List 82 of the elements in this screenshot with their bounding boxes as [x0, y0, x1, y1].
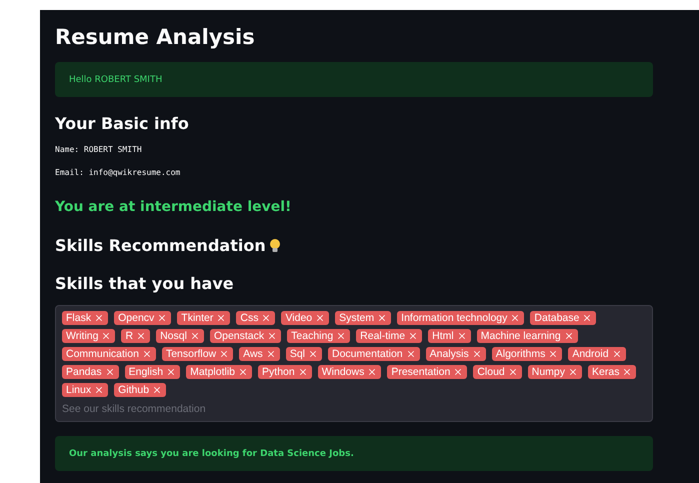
- close-icon[interactable]: [315, 313, 326, 323]
- skill-tag[interactable]: Linux: [62, 383, 108, 397]
- skills-field[interactable]: [55, 305, 653, 422]
- skill-tag[interactable]: Aws: [239, 347, 280, 361]
- skill-tag[interactable]: Tensorflow: [162, 347, 234, 361]
- skill-tag[interactable]: English: [124, 365, 180, 379]
- close-icon[interactable]: [166, 367, 176, 377]
- close-icon[interactable]: [136, 331, 146, 341]
- close-icon[interactable]: [261, 313, 272, 323]
- close-icon[interactable]: [472, 349, 482, 359]
- skill-tag[interactable]: Nosql: [156, 329, 204, 343]
- greeting-alert: Hello ROBERT SMITH: [55, 62, 653, 97]
- close-icon[interactable]: [101, 331, 112, 341]
- field-placeholder: See our skills recommendation: [62, 402, 207, 417]
- skill-tag[interactable]: Github: [114, 383, 166, 397]
- lightbulb-icon: [268, 238, 282, 254]
- skill-tag[interactable]: Matplotlib: [186, 365, 252, 379]
- skill-tag[interactable]: Numpy: [528, 365, 582, 379]
- skill-tag[interactable]: Communication: [62, 347, 156, 361]
- close-icon[interactable]: [104, 367, 115, 377]
- close-icon[interactable]: [219, 349, 230, 359]
- level-message: You are at intermediate level!: [55, 198, 292, 217]
- close-icon[interactable]: [377, 313, 388, 323]
- close-icon[interactable]: [267, 331, 278, 341]
- skill-tag[interactable]: Machine learning: [476, 329, 578, 343]
- info-line: Name: ROBERT SMITH: [55, 144, 143, 156]
- close-icon[interactable]: [157, 313, 168, 323]
- skill-tag[interactable]: Windows: [318, 365, 382, 379]
- skill-tag[interactable]: Openstack: [210, 329, 282, 343]
- close-icon[interactable]: [367, 367, 378, 377]
- skill-tag[interactable]: Information technology: [397, 311, 524, 325]
- skill-tag[interactable]: Analysis: [426, 347, 486, 361]
- skill-tag[interactable]: Algorithms: [492, 347, 562, 361]
- close-icon[interactable]: [564, 331, 574, 341]
- skill-tag[interactable]: Cloud: [473, 365, 522, 379]
- close-icon[interactable]: [238, 367, 248, 377]
- close-icon[interactable]: [142, 349, 152, 359]
- close-icon[interactable]: [152, 385, 162, 395]
- close-icon[interactable]: [298, 367, 308, 377]
- skill-tag[interactable]: Pandas: [62, 365, 119, 379]
- skill-tag[interactable]: Database: [530, 311, 596, 325]
- skill-tag[interactable]: Html: [428, 329, 471, 343]
- skill-tag[interactable]: Tkinter: [177, 311, 230, 325]
- close-icon[interactable]: [568, 367, 578, 377]
- close-icon[interactable]: [510, 313, 520, 323]
- skill-tag[interactable]: Android: [568, 347, 626, 361]
- skill-tag[interactable]: Presentation: [387, 365, 468, 379]
- close-icon[interactable]: [622, 367, 632, 377]
- close-icon[interactable]: [453, 367, 464, 377]
- skill-tag[interactable]: R: [121, 329, 150, 343]
- info-line: Email: info@qwikresume.com: [55, 167, 182, 179]
- skill-tag[interactable]: Teaching: [287, 329, 350, 343]
- close-icon[interactable]: [266, 349, 276, 359]
- skill-tag[interactable]: System: [335, 311, 392, 325]
- close-icon[interactable]: [612, 349, 622, 359]
- close-icon[interactable]: [190, 331, 200, 341]
- close-icon[interactable]: [508, 367, 518, 377]
- skill-tag[interactable]: Keras: [588, 365, 636, 379]
- section-heading: Skills Recommendation: [55, 235, 266, 257]
- close-icon[interactable]: [336, 331, 346, 341]
- skill-tag[interactable]: Opencv: [114, 311, 172, 325]
- skill-tag[interactable]: Python: [258, 365, 312, 379]
- skill-tag[interactable]: Documentation: [328, 347, 420, 361]
- close-icon[interactable]: [216, 313, 226, 323]
- skill-tag[interactable]: Real-time: [356, 329, 422, 343]
- close-icon[interactable]: [456, 331, 467, 341]
- skill-tag[interactable]: Flask: [62, 311, 108, 325]
- close-icon[interactable]: [94, 313, 104, 323]
- section-heading: Your Basic info: [55, 113, 190, 135]
- result-alert: Our analysis says you are looking for Data Science Jobs.: [55, 436, 653, 471]
- skill-tag[interactable]: Css: [236, 311, 276, 325]
- close-icon[interactable]: [94, 385, 104, 395]
- close-icon[interactable]: [406, 349, 416, 359]
- close-icon[interactable]: [408, 331, 418, 341]
- skill-tag[interactable]: Sql: [286, 347, 322, 361]
- skill-tag[interactable]: Writing: [62, 329, 116, 343]
- page-title: Resume Analysis: [55, 24, 256, 51]
- section-heading: Skills that you have: [55, 273, 235, 295]
- skill-tag[interactable]: Video: [281, 311, 330, 325]
- close-icon[interactable]: [308, 349, 318, 359]
- close-icon[interactable]: [548, 349, 558, 359]
- close-icon[interactable]: [582, 313, 592, 323]
